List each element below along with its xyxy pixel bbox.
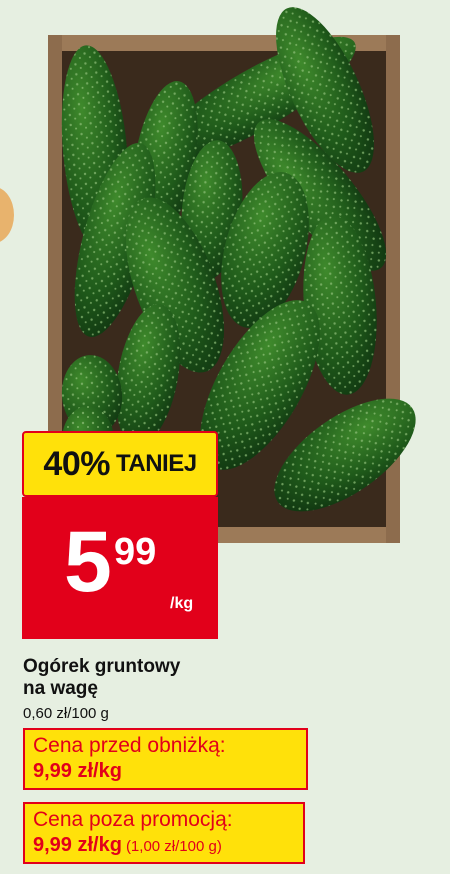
price-outside-promo-label: Cena poza promocją: — [33, 808, 233, 831]
unit-price: 0,60 zł/100 g — [23, 705, 109, 722]
price-before-discount-box: Cena przed obniżką: 9,99 zł/kg — [23, 728, 308, 790]
price-outside-promo-unit-price: (1,00 zł/100 g) — [125, 838, 222, 855]
price-unit: /kg — [170, 595, 194, 612]
price-outside-promo-box: Cena poza promocją: 9,99 zł/kg (1,00 zł/1… — [23, 802, 305, 864]
discount-percent: 40% — [43, 444, 110, 483]
price-before-discount-label: Cena przed obniżką: — [33, 734, 226, 757]
price-outside-promo-value-row: 9,99 zł/kg (1,00 zł/100 g) — [33, 832, 295, 860]
product-name[interactable]: Ogórek gruntowy na wagę — [23, 656, 323, 700]
product-name-line1: Ogórek gruntowy — [23, 656, 181, 677]
price-outside-promo-value: 9,99 zł/kg — [33, 834, 122, 856]
product-card[interactable]: 40% TANIEJ 5 99 /kg Ogórek gruntowy na w… — [0, 0, 450, 874]
price-before-discount-value: 9,99 zł/kg — [33, 760, 122, 782]
product-name-line2: na wagę — [23, 678, 98, 699]
price-decimal: 99 — [114, 531, 157, 573]
discount-text: TANIEJ — [115, 450, 197, 477]
price-box: 5 99 /kg — [22, 497, 218, 639]
price-integer: 5 — [64, 514, 112, 610]
discount-badge: 40% TANIEJ — [22, 431, 218, 497]
